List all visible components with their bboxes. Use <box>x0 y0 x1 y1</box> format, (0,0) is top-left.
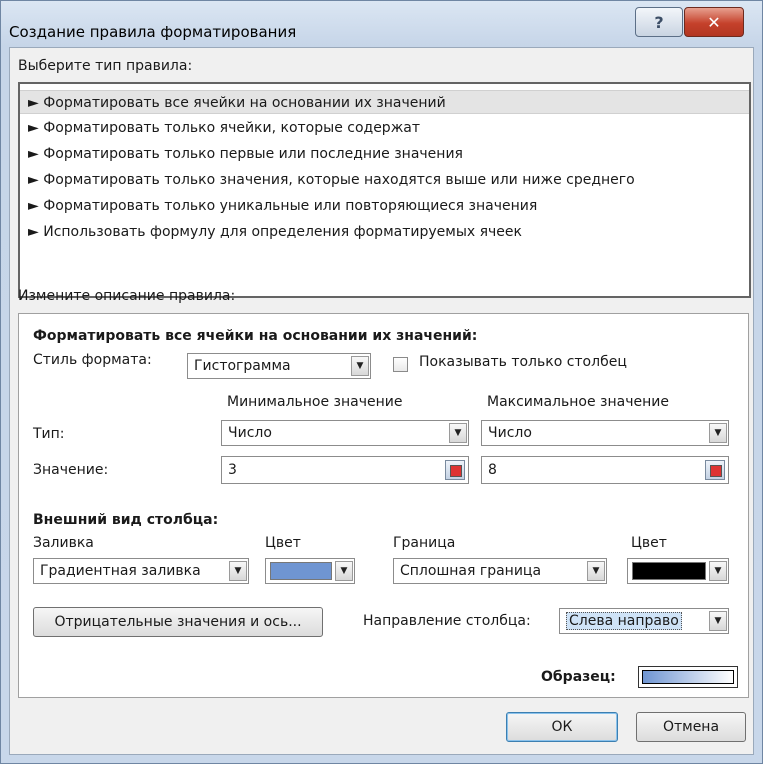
negative-values-axis-button[interactable]: Отрицательные значения и ось... <box>33 607 323 637</box>
show-bar-only-label[interactable]: Показывать только столбец <box>419 354 627 370</box>
format-style-select[interactable]: Гистограмма ▼ <box>187 353 371 379</box>
close-button[interactable]: ✕ <box>684 7 744 37</box>
fill-type-value: Градиентная заливка <box>40 563 201 579</box>
rule-type-list[interactable]: ► Форматировать все ячейки на основании … <box>18 82 751 298</box>
chevron-down-icon[interactable]: ▼ <box>351 356 369 376</box>
dialog-body: Выберите тип правила: ► Форматировать вс… <box>9 47 754 755</box>
ok-button[interactable]: ОК <box>506 712 618 742</box>
cancel-button[interactable]: Отмена <box>636 712 746 742</box>
question-mark-icon: ? <box>654 12 664 32</box>
range-picker-icon[interactable] <box>445 460 465 480</box>
fill-label: Заливка <box>33 535 94 551</box>
negative-values-axis-label: Отрицательные значения и ось... <box>54 614 302 630</box>
chevron-down-icon[interactable]: ▼ <box>709 423 727 443</box>
chevron-down-icon[interactable]: ▼ <box>229 561 247 581</box>
rule-type-item[interactable]: ► Форматировать только значения, которые… <box>20 168 749 192</box>
fill-color-swatch <box>270 562 332 580</box>
min-type-select[interactable]: Число ▼ <box>221 420 469 446</box>
preview-label: Образец: <box>541 669 616 685</box>
max-value-text: 8 <box>488 462 497 478</box>
min-value-input[interactable]: 3 <box>221 456 469 484</box>
min-value-text: 3 <box>228 462 237 478</box>
border-color-swatch <box>632 562 706 580</box>
bar-direction-select[interactable]: Слева направо ▼ <box>559 608 729 634</box>
rule-type-item[interactable]: ► Форматировать только ячейки, которые с… <box>20 116 749 140</box>
bar-appearance-heading: Внешний вид столбца: <box>33 512 219 528</box>
rule-type-label: Выберите тип правила: <box>18 58 193 74</box>
max-type-value: Число <box>488 425 532 441</box>
border-color-picker[interactable]: ▼ <box>627 558 729 584</box>
chevron-down-icon[interactable]: ▼ <box>335 561 353 581</box>
rule-type-item[interactable]: ► Форматировать только первые или послед… <box>20 142 749 166</box>
ok-label: ОК <box>551 719 573 735</box>
rule-description-panel: Форматировать все ячейки на основании их… <box>18 313 749 698</box>
close-icon: ✕ <box>707 12 721 32</box>
chevron-down-icon[interactable]: ▼ <box>449 423 467 443</box>
chevron-down-icon[interactable]: ▼ <box>587 561 605 581</box>
bar-preview <box>638 666 738 688</box>
description-heading: Форматировать все ячейки на основании их… <box>33 328 478 344</box>
rule-type-item[interactable]: ► Форматировать все ячейки на основании … <box>20 90 749 114</box>
help-button[interactable]: ? <box>635 7 683 37</box>
max-value-header: Максимальное значение <box>487 394 669 410</box>
min-value-header: Минимальное значение <box>227 394 403 410</box>
border-color-label: Цвет <box>631 535 667 551</box>
border-label: Граница <box>393 535 456 551</box>
chevron-down-icon[interactable]: ▼ <box>709 561 727 581</box>
title-bar[interactable]: Создание правила форматирования ? ✕ <box>1 1 762 47</box>
chevron-down-icon[interactable]: ▼ <box>709 611 727 631</box>
bar-preview-fill <box>642 670 734 684</box>
fill-color-label: Цвет <box>265 535 301 551</box>
value-label: Значение: <box>33 462 109 478</box>
dialog-window: Создание правила форматирования ? ✕ Выбе… <box>0 0 763 764</box>
type-label: Тип: <box>33 426 65 442</box>
cancel-label: Отмена <box>662 719 720 735</box>
rule-type-item[interactable]: ► Форматировать только уникальные или по… <box>20 194 749 218</box>
bar-direction-value: Слева направо <box>566 612 682 630</box>
dialog-title: Создание правила форматирования <box>9 23 297 41</box>
fill-type-select[interactable]: Градиентная заливка ▼ <box>33 558 249 584</box>
min-type-value: Число <box>228 425 272 441</box>
range-picker-icon[interactable] <box>705 460 725 480</box>
edit-description-label: Измените описание правила: <box>18 288 236 304</box>
border-type-select[interactable]: Сплошная граница ▼ <box>393 558 607 584</box>
format-style-label: Стиль формата: <box>33 352 152 368</box>
max-value-input[interactable]: 8 <box>481 456 729 484</box>
fill-color-picker[interactable]: ▼ <box>265 558 355 584</box>
show-bar-only-checkbox[interactable] <box>393 357 408 372</box>
format-style-value: Гистограмма <box>194 358 291 374</box>
max-type-select[interactable]: Число ▼ <box>481 420 729 446</box>
bar-direction-label: Направление столбца: <box>363 613 531 629</box>
border-type-value: Сплошная граница <box>400 563 542 579</box>
rule-type-item[interactable]: ► Использовать формулу для определения ф… <box>20 220 749 244</box>
